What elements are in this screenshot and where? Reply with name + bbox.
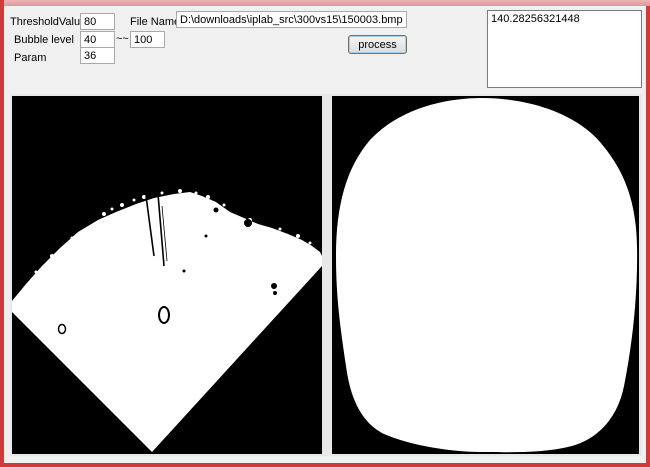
binary-ellipse-image-icon [336,98,638,453]
result-image [332,96,639,454]
bubble-min-input[interactable] [80,31,115,48]
result-value: 140.28256321448 [491,13,580,25]
binary-bubble-image-icon [12,189,322,452]
source-image [12,96,322,454]
title-bar[interactable] [4,0,650,6]
main-window: ThresholdValue File Name Bubble level ~~… [0,0,650,467]
bubble-range-separator: ~~ [116,33,129,45]
param-input[interactable] [80,47,115,64]
filename-label: File Name [130,16,181,28]
process-button[interactable]: process [348,35,407,54]
threshold-input[interactable] [80,13,115,30]
result-textbox[interactable]: 140.28256321448 [487,10,642,88]
threshold-label: ThresholdValue [10,16,87,28]
param-label: Param [14,52,47,64]
filename-input[interactable] [176,11,407,28]
bubble-level-label: Bubble level [14,34,74,46]
bubble-max-input[interactable] [130,31,165,48]
